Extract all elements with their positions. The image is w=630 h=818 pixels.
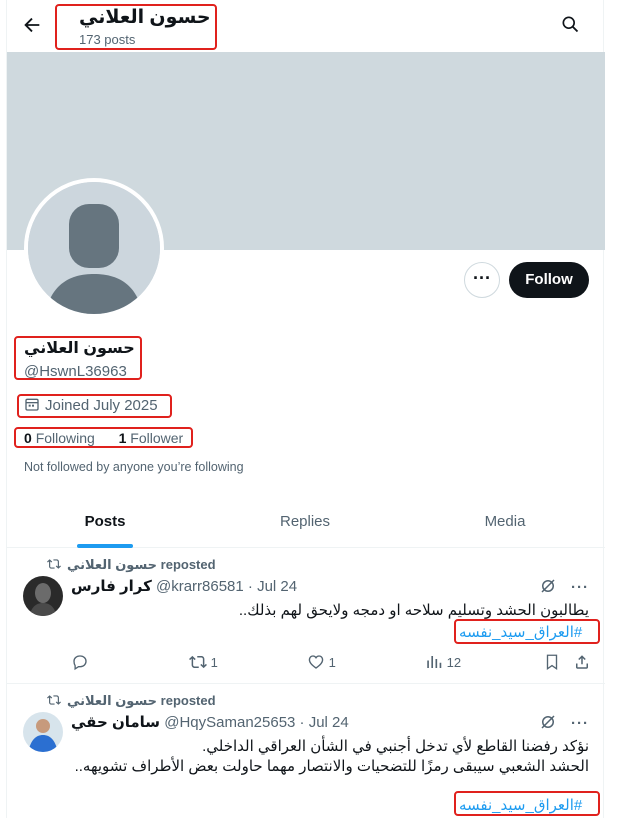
followers-link[interactable]: 1 Follower [119,430,184,446]
author-meta[interactable]: @HqySaman25653 · Jul 24 [164,714,349,731]
grok-icon[interactable] [539,577,557,595]
search-icon[interactable] [560,14,582,36]
tab-posts[interactable]: Posts [7,500,203,548]
view-count: 12 [446,655,462,670]
grok-icon[interactable] [539,713,557,731]
author-name[interactable]: سامان حقي [71,714,160,731]
profile-tabs: Posts Replies Media [7,500,605,548]
repost-icon [189,655,207,669]
tab-replies[interactable]: Replies [207,500,403,548]
tweet-item[interactable]: حسون العلاني reposted سامان حقي @HqySama… [7,685,605,818]
like-icon [308,655,324,669]
tweet-top-icons: ··· [539,713,589,732]
repost-context: حسون العلاني reposted [47,693,216,709]
following-label: Following [35,430,95,446]
joined-date: Joined July 2025 [24,396,158,414]
tweet-actions: 1 1 12 [71,653,591,673]
tweet-hashtag[interactable]: #العراق_سيد_نفسه [459,623,582,641]
calendar-icon [25,398,39,411]
author-name[interactable]: كرار فارس [71,578,152,595]
following-link[interactable]: 0 Following [24,430,95,446]
reply-icon [73,655,87,671]
follow-stats: 0 Following 1 Follower [24,430,183,446]
repost-label: حسون العلاني reposted [67,557,216,572]
profile-avatar[interactable] [24,178,164,318]
tweet-header: كرار فارس @krarr86581 · Jul 24 [71,577,297,595]
header-post-count: 173 posts [79,32,136,47]
followers-label: Follower [130,430,184,446]
back-arrow-icon[interactable] [21,14,45,38]
repost-count: 1 [210,655,218,670]
share-icon [576,655,588,669]
share-action[interactable] [573,653,591,672]
active-tab-indicator [77,544,133,548]
tweet-top-icons: ··· [539,577,589,596]
bookmark-icon [546,654,558,671]
views-icon [427,656,442,668]
profile-handle: @HswnL36963 [24,363,127,380]
more-options-button[interactable]: ··· [464,262,500,298]
profile-name: حسون العلاني [24,340,135,357]
tweet-text-line: نؤكد رفضنا القاطع لأي تدخل أجنبي في الشأ… [202,738,589,755]
followers-count: 1 [118,430,127,446]
repost-icon [47,559,61,569]
tweet-text-line: يطالبون الحشد وتسليم سلاحه او دمجه ولايح… [238,602,589,619]
more-icon[interactable]: ··· [571,715,589,732]
follow-button[interactable]: Follow [509,262,589,298]
tweet-avatar[interactable] [23,712,63,752]
tweet-avatar[interactable] [23,576,63,616]
bookmark-action[interactable] [543,653,561,672]
tweet-text-line: الحشد الشعبي سيبقى رمزًا للتضحيات والانت… [74,758,589,775]
repost-label: حسون العلاني reposted [67,693,216,708]
repost-icon [47,695,61,705]
tweet-header: سامان حقي @HqySaman25653 · Jul 24 [71,713,349,731]
more-icon[interactable]: ··· [571,579,589,596]
top-header: حسون العلاني 173 posts [7,0,605,52]
author-meta[interactable]: @krarr86581 · Jul 24 [156,578,297,595]
reply-action[interactable] [71,653,89,672]
following-count: 0 [24,430,32,446]
joined-text: Joined July 2025 [45,397,158,414]
tweet-item[interactable]: حسون العلاني reposted كرار فارس @krarr86… [7,549,605,684]
profile-column: حسون العلاني 173 posts ··· Follow حسون ا… [6,0,605,818]
tab-media[interactable]: Media [407,500,603,548]
repost-context: حسون العلاني reposted [47,557,216,573]
repost-action[interactable]: 1 [189,653,218,672]
like-count: 1 [328,655,336,670]
not-followed-note: Not followed by anyone you’re following [24,460,244,474]
views-action[interactable]: 12 [425,653,461,672]
tweet-hashtag[interactable]: #العراق_سيد_نفسه [459,796,582,814]
like-action[interactable]: 1 [307,653,336,672]
header-name: حسون العلاني [79,7,211,28]
